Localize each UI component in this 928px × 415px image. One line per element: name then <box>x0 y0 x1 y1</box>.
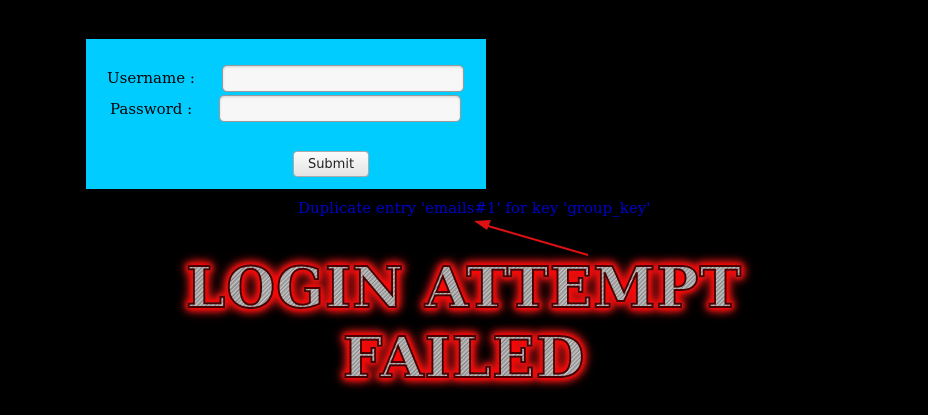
username-input[interactable] <box>222 65 464 92</box>
password-input[interactable] <box>219 95 461 122</box>
username-label: Username : <box>107 69 195 87</box>
arrow-shaft <box>487 225 589 256</box>
error-message: Duplicate entry 'emails#1' for key 'grou… <box>298 199 651 217</box>
page-canvas: Username : Password : Submit Duplicate e… <box>0 0 928 415</box>
login-form: Username : Password : Submit <box>86 39 486 189</box>
login-failed-banner-line-1: LOGIN ATTEMPT <box>0 257 928 319</box>
password-label: Password : <box>110 100 193 118</box>
login-failed-banner-line-2: FAILED <box>0 327 928 389</box>
submit-button[interactable]: Submit <box>293 151 369 177</box>
arrow-head-icon <box>474 220 491 230</box>
